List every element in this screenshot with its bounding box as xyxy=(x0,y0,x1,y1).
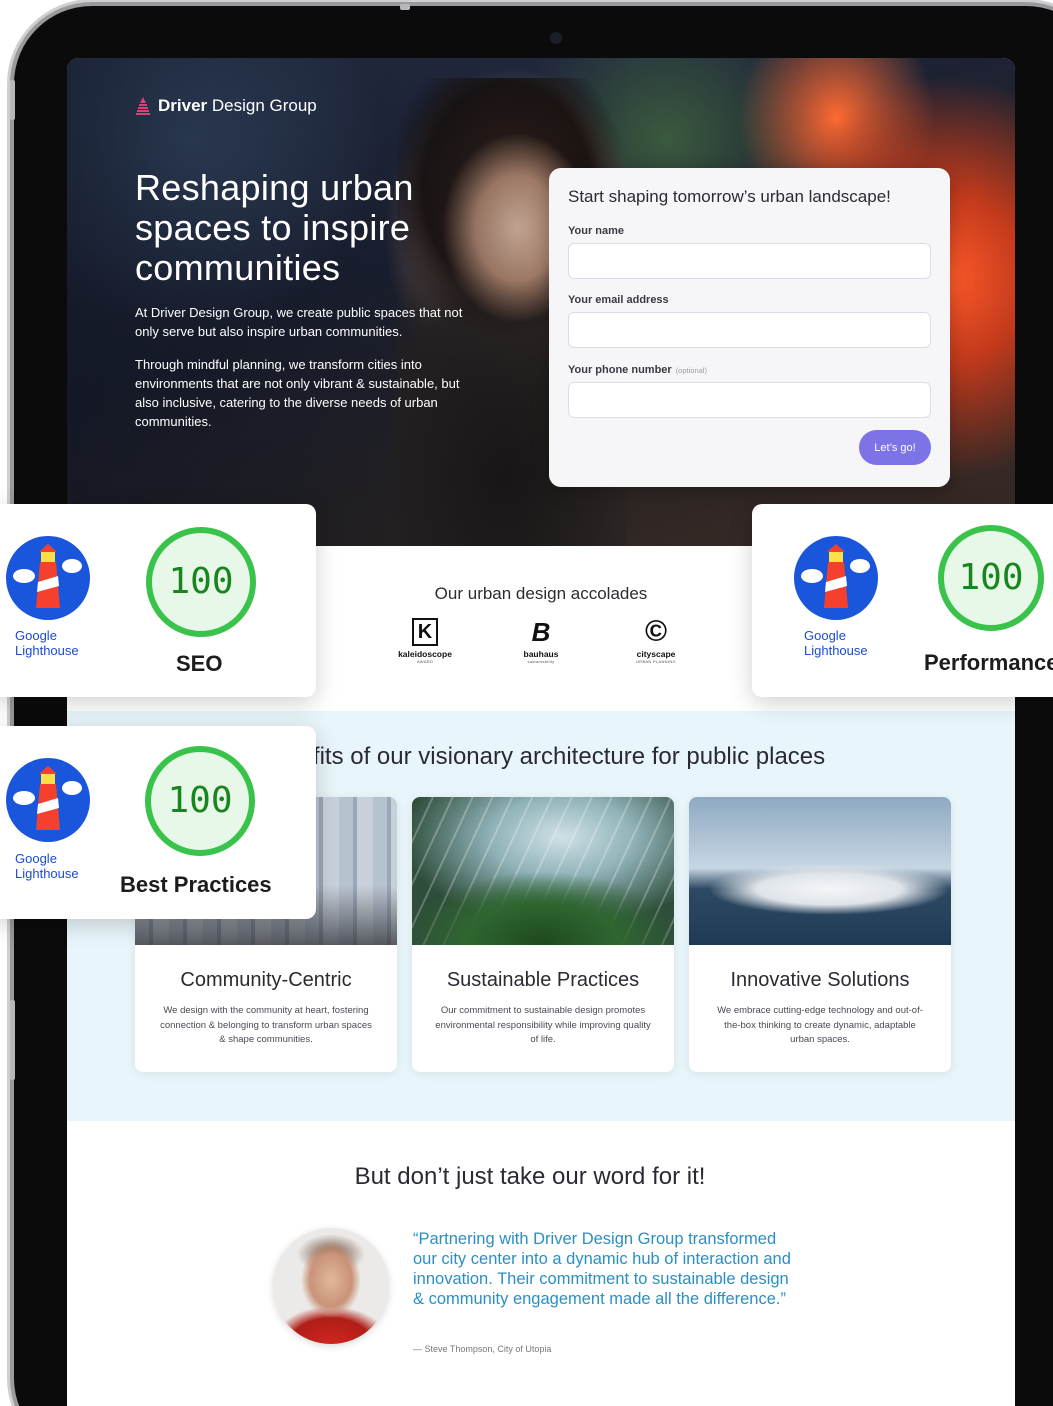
google-text: Google xyxy=(15,851,57,866)
tablet-side-button xyxy=(10,80,15,120)
google-lighthouse-label: Google Lighthouse xyxy=(15,628,105,658)
lighthouse-text: Lighthouse xyxy=(804,643,868,658)
lighthouse-text: Lighthouse xyxy=(15,643,79,658)
form-title: Start shaping tomorrow’s urban landscape… xyxy=(568,187,891,206)
lighthouse-badge-performance: Google Lighthouse 100 Performance xyxy=(752,504,1053,697)
lighthouse-icon xyxy=(794,536,878,620)
testimonial-author: — Steve Thompson, City of Utopia xyxy=(413,1344,552,1354)
testimonial-avatar xyxy=(273,1228,389,1344)
cityscape-icon: © xyxy=(644,615,668,648)
benefit-card-text: Our commitment to sustainable design pro… xyxy=(435,1005,651,1045)
badge-category-label: Performance xyxy=(924,650,1053,675)
badge-category-label: Best Practices xyxy=(120,872,272,897)
accolade-logo-kaleidoscope: K kaleidoscope AWARD xyxy=(385,618,465,664)
score-value: 100 xyxy=(167,780,233,821)
accolade-logo-sub: sustainability xyxy=(527,659,555,664)
email-label: Your email address xyxy=(568,294,669,306)
sustainable-photo xyxy=(412,797,674,945)
innovative-photo xyxy=(689,797,951,945)
benefit-card-title: Innovative Solutions xyxy=(730,969,910,991)
tablet-side-button xyxy=(10,1000,15,1080)
accolade-logo-name: kaleidoscope xyxy=(398,649,452,659)
lighthouse-badge-seo: Google Lighthouse 100 SEO xyxy=(0,504,316,697)
benefit-card-text: We embrace cutting-edge technology and o… xyxy=(717,1005,923,1045)
accolade-logo-cityscape: © cityscape URBAN PLANNING xyxy=(616,615,696,665)
lighthouse-text: Lighthouse xyxy=(15,866,79,881)
lighthouse-brand-icon xyxy=(136,97,150,115)
brand-name-strong: Driver xyxy=(158,96,208,115)
hero-paragraph-2: Through mindful planning, we transform c… xyxy=(135,357,460,429)
accolade-logo-name: bauhaus xyxy=(523,649,559,659)
email-input[interactable] xyxy=(568,312,931,348)
name-input[interactable] xyxy=(568,243,931,279)
benefit-card-title: Community-Centric xyxy=(180,969,352,991)
brand-name-rest: Design Group xyxy=(207,96,317,115)
accolade-logo-sub: URBAN PLANNING xyxy=(636,659,676,664)
benefit-card: Innovative Solutions We embrace cutting-… xyxy=(689,797,951,1072)
score-gauge: 100 xyxy=(938,525,1044,631)
accolade-logo-bauhaus: B bauhaus sustainability xyxy=(501,618,581,664)
google-text: Google xyxy=(15,628,57,643)
lighthouse-icon xyxy=(6,536,90,620)
accolade-logo-sub: AWARD xyxy=(416,659,434,664)
google-lighthouse-label: Google Lighthouse xyxy=(804,628,894,658)
score-gauge: 100 xyxy=(146,527,256,637)
hero-section: Driver Design Group Reshaping urban spac… xyxy=(67,58,1015,558)
bauhaus-icon: B xyxy=(531,617,551,647)
score-gauge: 100 xyxy=(145,746,255,856)
kaleidoscope-icon: K xyxy=(412,618,438,646)
name-label: Your name xyxy=(568,225,625,237)
accolade-logo-name: cityscape xyxy=(636,649,676,659)
testimonial-title: But don’t just take our word for it! xyxy=(354,1163,706,1190)
google-text: Google xyxy=(804,628,846,643)
phone-label: Your phone number (optional) xyxy=(568,364,707,376)
score-value: 100 xyxy=(168,561,234,602)
phone-optional-hint: (optional) xyxy=(675,366,707,375)
testimonial-section: But don’t just take our word for it! “Pa… xyxy=(67,1121,1015,1406)
submit-button[interactable]: Let’s go! xyxy=(859,430,931,465)
testimonial-quote: “Partnering with Driver Design Group tra… xyxy=(413,1230,791,1308)
hero-title: Reshaping urban spaces to inspire commun… xyxy=(135,167,414,288)
phone-label-text: Your phone number xyxy=(568,364,672,376)
benefit-card: Sustainable Practices Our commitment to … xyxy=(412,797,674,1072)
benefit-card-text: We design with the community at heart, f… xyxy=(160,1005,372,1045)
brand-logo[interactable]: Driver Design Group xyxy=(136,96,317,116)
signup-form: Start shaping tomorrow’s urban landscape… xyxy=(549,168,950,487)
lighthouse-badge-best-practices: Google Lighthouse 100 Best Practices xyxy=(0,726,316,919)
phone-input[interactable] xyxy=(568,382,931,418)
hero-paragraph-1: At Driver Design Group, we create public… xyxy=(135,305,463,339)
benefit-card-title: Sustainable Practices xyxy=(446,969,640,991)
score-value: 100 xyxy=(958,557,1024,598)
google-lighthouse-label: Google Lighthouse xyxy=(15,851,105,881)
badge-category-label: SEO xyxy=(176,651,223,676)
camera-dot xyxy=(550,32,562,44)
tablet-side-button xyxy=(400,4,410,10)
lighthouse-icon xyxy=(6,758,90,842)
